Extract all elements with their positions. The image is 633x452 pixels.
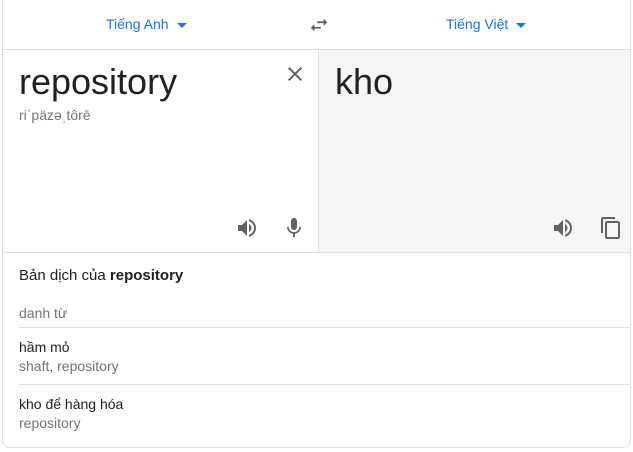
source-pane[interactable]: repository riˈpäzəˌtôrē [3,50,318,252]
language-bar: Tiếng Anh Tiếng Việt [3,0,630,50]
clear-button[interactable] [283,62,307,86]
speaker-icon [238,219,256,237]
speaker-icon [554,219,572,237]
dictionary-title-word: repository [109,267,184,284]
microphone-icon [287,218,301,237]
translate-card: Tiếng Anh Tiếng Việt repository riˈpäzəˌ… [2,0,631,448]
swap-languages-button[interactable] [308,14,330,36]
source-text[interactable]: repository [19,60,177,104]
caret-down-icon [516,22,527,28]
listen-source-button[interactable] [235,216,259,240]
voice-input-button[interactable] [282,216,306,240]
source-language-label: Tiếng Anh [106,16,169,32]
close-icon [288,67,302,81]
entry-synonyms: repository [19,415,81,431]
entry-word: hầm mỏ [19,339,70,355]
listen-translation-button[interactable] [551,216,575,240]
target-language-label: Tiếng Việt [446,16,509,32]
dictionary-entry[interactable]: hầm mỏ shaft, repository [19,327,630,385]
dictionary-entry[interactable]: kho để hàng hóa repository [19,384,630,442]
target-language-selector[interactable]: Tiếng Việt [446,0,527,49]
copy-icon [601,217,620,239]
entry-word: kho để hàng hóa [19,396,124,412]
source-language-selector[interactable]: Tiếng Anh [106,0,187,49]
target-pane: kho [318,50,630,252]
part-of-speech: danh từ [19,305,68,321]
copy-translation-button[interactable] [599,216,623,240]
phonetic-transcription: riˈpäzəˌtôrē [19,107,91,123]
translation-panes: repository riˈpäzəˌtôrē kho [3,50,630,253]
dictionary-title-prefix: Bản dịch của [19,267,106,284]
caret-down-icon [176,22,187,28]
translated-text: kho [335,61,394,102]
entry-synonyms: shaft, repository [19,358,119,374]
dictionary-title: Bản dịch của repository [19,267,183,284]
swap-icon [310,18,328,32]
